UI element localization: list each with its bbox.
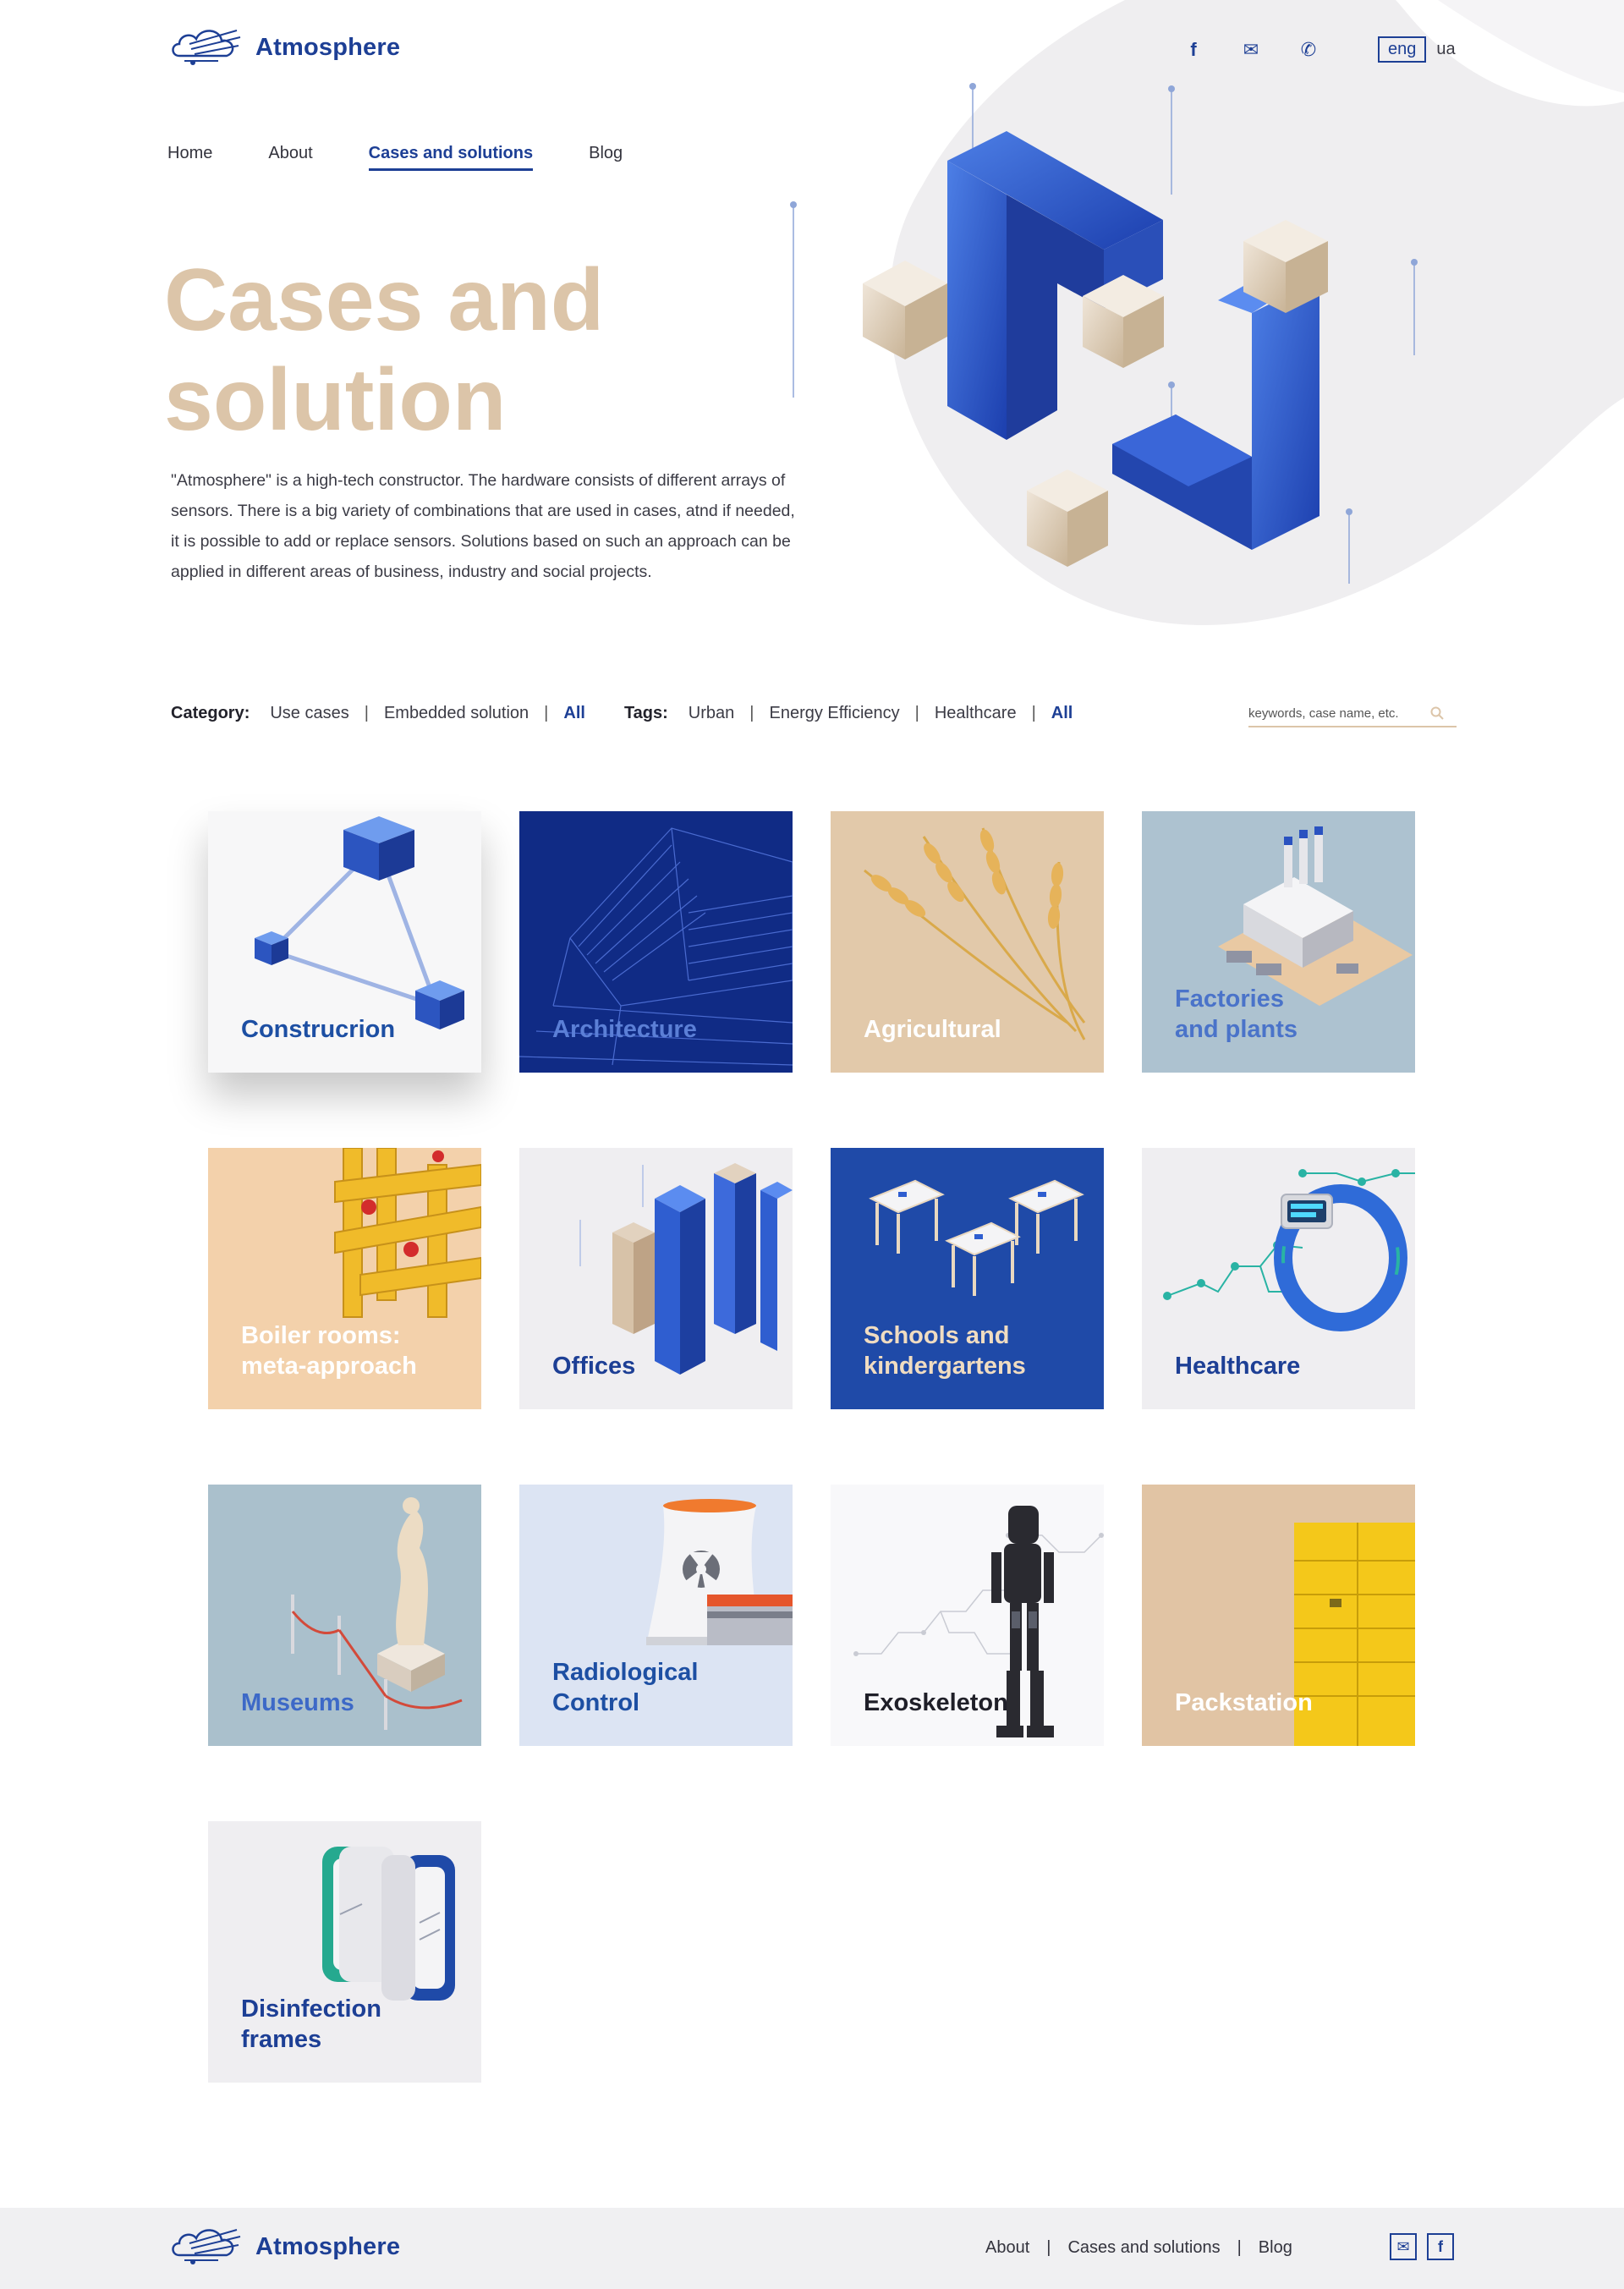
case-label-line1: Exoskeleton <box>864 1689 1008 1716</box>
case-label-line1: Offices <box>552 1353 636 1380</box>
footer-link-blog[interactable]: Blog <box>1259 2238 1292 2258</box>
case-card-packstation[interactable]: Packstation <box>1142 1485 1415 1746</box>
case-label-line1: Healthcare <box>1175 1353 1301 1380</box>
search-input[interactable] <box>1248 705 1429 721</box>
hero-isometric-illustration <box>790 83 1418 584</box>
case-card-construction[interactable]: Construcrion <box>208 811 481 1073</box>
filter-divider: | <box>364 704 369 722</box>
case-label-line1: Radiological <box>552 1659 699 1686</box>
category-label: Category: <box>171 704 250 722</box>
footer: Atmosphere About | Cases and solutions |… <box>0 2208 1624 2289</box>
case-card-agricultural[interactable]: Agricultural <box>831 811 1104 1073</box>
nav-about[interactable]: About <box>268 144 312 171</box>
case-label-line2: kindergartens <box>864 1353 1026 1380</box>
facebook-icon[interactable]: f <box>1427 2233 1454 2260</box>
case-label: Schools and kindergartens <box>864 1320 1026 1381</box>
filter-bar: Category: Use cases | Embedded solution … <box>171 704 1073 723</box>
case-label: Exoskeleton <box>864 1688 1008 1718</box>
case-label-line2: Control <box>552 1689 640 1716</box>
case-label: Healthcare <box>1175 1351 1300 1381</box>
case-label-line2: and plants <box>1175 1016 1298 1043</box>
footer-logo[interactable]: Atmosphere <box>167 2218 400 2275</box>
case-label-line2: frames <box>241 2026 322 2053</box>
phone-icon[interactable]: ✆ <box>1296 37 1321 63</box>
case-label: Boiler rooms: meta-approach <box>241 1320 417 1381</box>
brand-name: Atmosphere <box>255 2232 401 2260</box>
case-card-architecture[interactable]: Architecture <box>519 811 793 1073</box>
case-label: Agricultural <box>864 1014 1001 1045</box>
title-line-2: solution <box>164 351 507 449</box>
filter-use-cases[interactable]: Use cases <box>270 704 348 723</box>
case-label: Radiological Control <box>552 1657 698 1718</box>
filter-divider: | <box>749 704 754 722</box>
cloud-logo-icon <box>172 30 241 65</box>
footer-link-cases[interactable]: Cases and solutions <box>1067 2238 1220 2258</box>
tag-urban[interactable]: Urban <box>689 704 734 723</box>
case-card-museums[interactable]: Museums <box>208 1485 481 1746</box>
case-card-disinfection[interactable]: Disinfection frames <box>208 1821 481 2083</box>
tag-energy-efficiency[interactable]: Energy Efficiency <box>769 704 899 723</box>
case-label-line1: Packstation <box>1175 1689 1313 1716</box>
title-line-1: Cases and <box>164 251 605 349</box>
brand-name: Atmosphere <box>255 33 401 61</box>
tags-label: Tags: <box>623 704 668 722</box>
nav-home[interactable]: Home <box>167 144 212 171</box>
mail-icon[interactable]: ✉ <box>1238 37 1264 63</box>
case-label-line1: Factories <box>1175 985 1284 1013</box>
facebook-icon[interactable]: f <box>1181 37 1206 63</box>
footer-links: About | Cases and solutions | Blog <box>985 2238 1292 2258</box>
case-label-line1: Disinfection <box>241 1995 381 2023</box>
case-label-line1: Construcrion <box>241 1016 396 1043</box>
filter-embedded-solution[interactable]: Embedded solution <box>384 704 529 723</box>
footer-divider: | <box>1237 2238 1242 2257</box>
case-label: Museums <box>241 1688 354 1718</box>
case-label-line2: meta-approach <box>241 1353 417 1380</box>
case-label-line1: Boiler rooms: <box>241 1322 401 1349</box>
mail-icon[interactable]: ✉ <box>1390 2233 1417 2260</box>
language-switcher: eng ua <box>1378 36 1459 63</box>
case-card-offices[interactable]: Offices <box>519 1148 793 1409</box>
case-label: Offices <box>552 1351 635 1381</box>
case-label: Packstation <box>1175 1688 1313 1718</box>
case-label-line1: Schools and <box>864 1322 1010 1349</box>
footer-socials: ✉ f <box>1390 2233 1454 2260</box>
case-label-line1: Museums <box>241 1689 354 1716</box>
case-card-healthcare[interactable]: Healthcare <box>1142 1148 1415 1409</box>
header-socials: f ✉ ✆ <box>1181 37 1321 63</box>
tag-all[interactable]: All <box>1051 704 1073 723</box>
nav-cases[interactable]: Cases and solutions <box>368 144 534 171</box>
case-label: Architecture <box>552 1014 697 1045</box>
case-card-factories[interactable]: Factories and plants <box>1142 811 1415 1073</box>
case-card-schools[interactable]: Schools and kindergartens <box>831 1148 1104 1409</box>
lang-eng[interactable]: eng <box>1378 36 1427 63</box>
case-label: Disinfection frames <box>241 1994 381 2055</box>
header-logo[interactable]: Atmosphere <box>167 19 400 76</box>
nav-blog[interactable]: Blog <box>589 144 623 171</box>
lang-ua[interactable]: ua <box>1433 38 1458 61</box>
filter-category-all[interactable]: All <box>563 704 585 723</box>
main-nav: Home About Cases and solutions Blog <box>167 144 623 171</box>
search-box <box>1248 700 1457 727</box>
page-title: Cases and solution <box>164 250 756 450</box>
cloud-logo-icon <box>172 2229 241 2264</box>
hero-description: "Atmosphere" is a high-tech constructor.… <box>171 471 795 581</box>
filter-divider: | <box>914 704 919 722</box>
case-card-radiological[interactable]: Radiological Control <box>519 1485 793 1746</box>
filter-divider: | <box>1031 704 1036 722</box>
case-card-boiler-rooms[interactable]: Boiler rooms: meta-approach <box>208 1148 481 1409</box>
case-label-line1: Architecture <box>552 1016 697 1043</box>
case-label: Construcrion <box>241 1014 395 1045</box>
footer-link-about[interactable]: About <box>985 2238 1029 2258</box>
filter-divider: | <box>544 704 549 722</box>
search-icon[interactable] <box>1429 705 1445 721</box>
case-card-exoskeleton[interactable]: Exoskeleton <box>831 1485 1104 1746</box>
footer-divider: | <box>1046 2238 1051 2257</box>
case-label-line1: Agricultural <box>864 1016 1001 1043</box>
case-label: Factories and plants <box>1175 984 1298 1045</box>
tag-healthcare[interactable]: Healthcare <box>935 704 1017 723</box>
